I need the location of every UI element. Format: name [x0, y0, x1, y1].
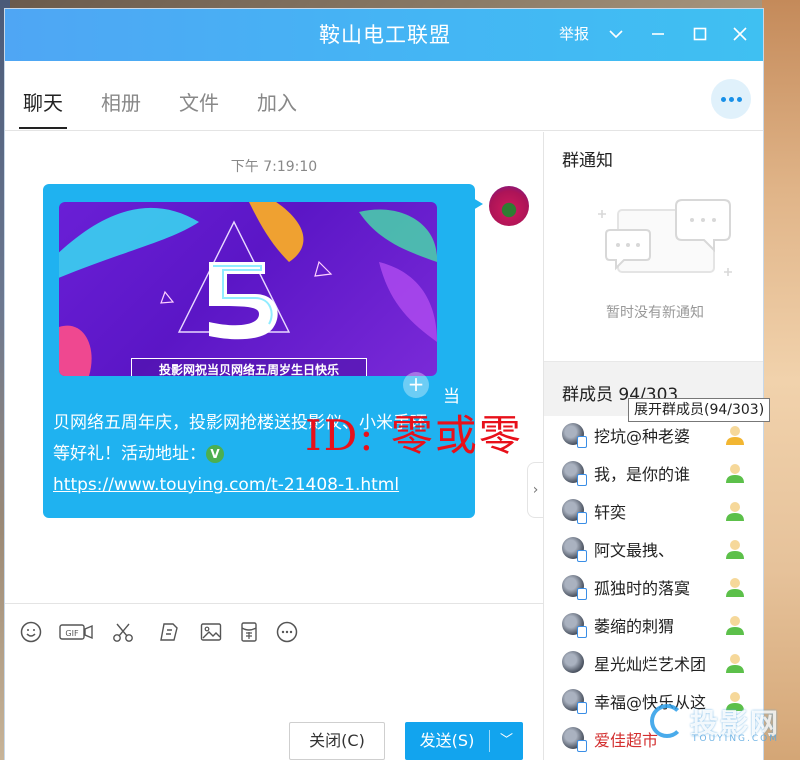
- desktop-background-right: [762, 0, 800, 760]
- empty-notice-illustration-icon: [598, 199, 732, 276]
- member-name: 爱佳超市: [594, 731, 659, 750]
- message-input-area[interactable]: GIF 关闭(C) 发送(S) ﹀: [5, 603, 543, 760]
- avatar: [562, 575, 587, 600]
- member-user-icon: [726, 540, 744, 559]
- promo-caption: 投影网祝当贝网络五周岁生日快乐: [131, 358, 367, 376]
- more-tools-icon[interactable]: [273, 618, 301, 646]
- report-button[interactable]: 举报: [559, 9, 589, 59]
- member-item[interactable]: 轩奕: [544, 492, 763, 530]
- member-user-icon: [726, 654, 744, 673]
- avatar: [562, 537, 587, 562]
- avatar: [562, 461, 587, 486]
- site-logo-watermark: 投影网 TOUYING.COM: [650, 700, 800, 750]
- activity-link[interactable]: https://www.touying.com/t-21408-1.html: [53, 475, 399, 495]
- mobile-badge-icon: [577, 588, 587, 600]
- promo-image[interactable]: 投影网祝当贝网络五周岁生日快乐: [59, 202, 437, 376]
- chat-window: 鞍山电工联盟 举报 聊天 相册 文件 加入 下午 7:19:10 投影网祝当贝网…: [4, 8, 764, 760]
- chevron-right-icon[interactable]: ›: [527, 462, 543, 518]
- group-notice-title: 群通知: [562, 151, 613, 171]
- red-packet-icon[interactable]: [235, 618, 263, 646]
- promo-artwork: [59, 202, 437, 376]
- tab-join[interactable]: 加入: [257, 87, 297, 129]
- tab-files[interactable]: 文件: [179, 87, 219, 129]
- tab-album[interactable]: 相册: [101, 87, 141, 129]
- member-name: 轩奕: [594, 503, 627, 522]
- member-name: 萎缩的刺猬: [594, 617, 675, 636]
- plus-icon[interactable]: +: [403, 372, 429, 398]
- tab-bar: 聊天 相册 文件 加入: [5, 61, 763, 131]
- verified-icon: V: [206, 445, 224, 463]
- message-line: 等好礼！活动地址：: [53, 444, 206, 464]
- member-item[interactable]: 萎缩的刺猬: [544, 606, 763, 644]
- emoji-icon[interactable]: [17, 618, 45, 646]
- gif-icon[interactable]: GIF: [59, 618, 93, 646]
- member-user-icon: [726, 464, 744, 483]
- member-item[interactable]: 星光灿烂艺术团: [544, 644, 763, 682]
- logo-ring-icon: [650, 704, 684, 738]
- maximize-icon[interactable]: [689, 23, 711, 45]
- close-button[interactable]: 关闭(C): [289, 722, 385, 760]
- mobile-badge-icon: [577, 626, 587, 638]
- avatar: [562, 499, 587, 524]
- send-button-label: 发送(S): [419, 731, 475, 750]
- mobile-badge-icon: [577, 436, 587, 448]
- member-user-icon: [726, 426, 744, 445]
- group-sidebar: 群通知 暂时没有新通知 群成员 94/303 挖坑@种老婆 我，是你的谁 轩奕: [543, 132, 763, 760]
- mobile-badge-icon: [577, 550, 587, 562]
- image-icon[interactable]: [197, 618, 225, 646]
- chevron-down-icon[interactable]: ﹀: [490, 722, 523, 760]
- gif-label: GIF: [65, 629, 79, 638]
- avatar: [562, 651, 584, 673]
- dot-icon: [728, 96, 734, 102]
- avatar: [562, 689, 587, 714]
- mobile-badge-icon: [577, 740, 587, 752]
- avatar[interactable]: [489, 186, 529, 226]
- mobile-badge-icon: [577, 512, 587, 524]
- member-name: 星光灿烂艺术团: [594, 655, 707, 674]
- avatar: [562, 727, 587, 752]
- chat-message-area[interactable]: 下午 7:19:10 投影网祝当贝网络五周岁生日快乐 + 当 贝网络五周年庆，投…: [5, 132, 543, 602]
- mobile-badge-icon: [577, 474, 587, 486]
- logo-subtext: TOUYING.COM: [692, 734, 780, 744]
- member-item[interactable]: 我，是你的谁: [544, 454, 763, 492]
- minimize-icon[interactable]: [647, 23, 669, 45]
- chevron-down-icon[interactable]: [605, 23, 627, 45]
- member-user-icon: [726, 502, 744, 521]
- avatar: [562, 613, 587, 638]
- member-user-icon: [726, 578, 744, 597]
- file-transfer-icon[interactable]: [155, 618, 183, 646]
- notice-empty-text: 暂时没有新通知: [606, 305, 704, 321]
- member-item[interactable]: 孤独时的落寞: [544, 568, 763, 606]
- members-tooltip: 展开群成员(94/303): [628, 398, 771, 422]
- member-user-icon: [726, 616, 744, 635]
- close-icon[interactable]: [729, 23, 751, 45]
- dot-icon: [736, 96, 742, 102]
- member-name: 阿文最拽、: [594, 541, 675, 560]
- message-timestamp: 下午 7:19:10: [230, 159, 318, 175]
- message-bubble[interactable]: 投影网祝当贝网络五周岁生日快乐 + 当 贝网络五周年庆，投影网抢楼送投影仪、小米…: [43, 184, 483, 518]
- mobile-badge-icon: [577, 702, 587, 714]
- dot-icon: [720, 96, 726, 102]
- member-name: 孤独时的落寞: [594, 579, 691, 598]
- tab-chat[interactable]: 聊天: [19, 87, 67, 129]
- member-name: 我，是你的谁: [594, 465, 691, 484]
- member-item[interactable]: 阿文最拽、: [544, 530, 763, 568]
- id-watermark: ID: 零或零: [305, 411, 523, 460]
- member-name: 挖坑@种老婆: [594, 427, 691, 446]
- title-bar[interactable]: 鞍山电工联盟 举报: [5, 9, 763, 61]
- send-button[interactable]: 发送(S) ﹀: [405, 722, 523, 760]
- scissors-icon[interactable]: [109, 618, 137, 646]
- more-options-button[interactable]: [711, 79, 751, 119]
- avatar: [562, 423, 587, 448]
